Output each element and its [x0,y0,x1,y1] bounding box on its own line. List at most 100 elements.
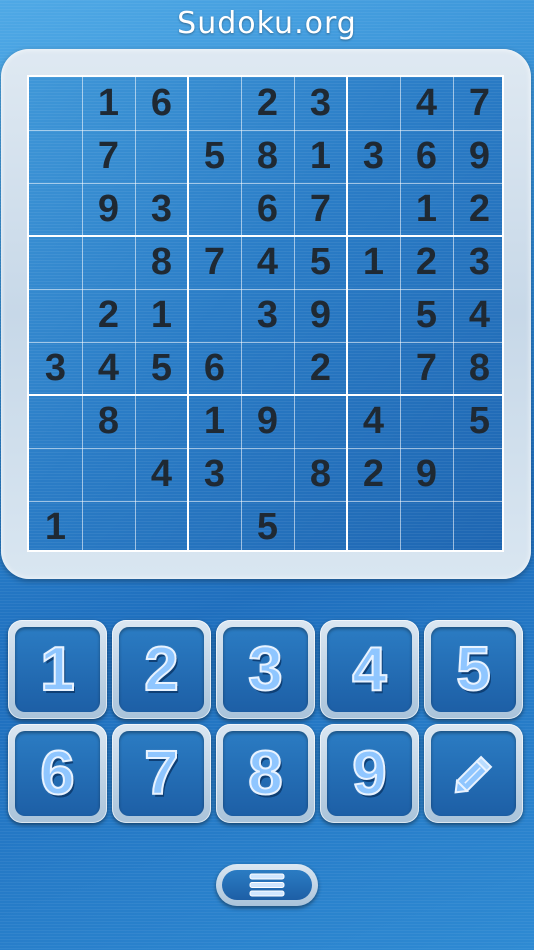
sudoku-cell[interactable]: 4 [135,448,188,501]
sudoku-cell[interactable]: 3 [347,130,400,183]
sudoku-cell[interactable] [82,501,135,554]
sudoku-cell[interactable]: 1 [294,130,347,183]
sudoku-cell[interactable]: 9 [400,448,453,501]
sudoku-cell[interactable] [347,342,400,395]
sudoku-cell[interactable]: 1 [347,236,400,289]
sudoku-cell[interactable] [29,289,82,342]
sudoku-cell[interactable]: 4 [241,236,294,289]
sudoku-cell[interactable] [453,501,506,554]
grid-line [29,235,502,237]
menu-icon [249,873,285,897]
sudoku-cell[interactable]: 5 [294,236,347,289]
sudoku-cell[interactable]: 7 [453,77,506,130]
sudoku-cell[interactable]: 2 [82,289,135,342]
sudoku-cell[interactable]: 4 [453,289,506,342]
sudoku-cell[interactable]: 4 [82,342,135,395]
sudoku-cell[interactable] [347,289,400,342]
sudoku-cell[interactable]: 8 [294,448,347,501]
sudoku-cell[interactable]: 2 [347,448,400,501]
sudoku-cell[interactable] [188,77,241,130]
sudoku-cell[interactable]: 1 [400,183,453,236]
sudoku-cell[interactable] [400,501,453,554]
sudoku-cell[interactable] [29,77,82,130]
sudoku-cell[interactable]: 9 [453,130,506,183]
sudoku-cell[interactable] [135,501,188,554]
sudoku-cell[interactable] [135,395,188,448]
sudoku-cell[interactable] [188,501,241,554]
sudoku-cell[interactable]: 7 [294,183,347,236]
sudoku-cell[interactable]: 3 [241,289,294,342]
sudoku-cell[interactable]: 2 [453,183,506,236]
sudoku-cell[interactable] [29,183,82,236]
number-key[interactable]: 1 [8,620,107,719]
number-key[interactable]: 8 [216,724,315,823]
sudoku-cell[interactable]: 8 [453,342,506,395]
sudoku-cell[interactable]: 3 [294,77,347,130]
sudoku-cell[interactable]: 4 [400,77,453,130]
sudoku-cell[interactable]: 5 [453,395,506,448]
sudoku-cell[interactable]: 5 [188,130,241,183]
sudoku-cell[interactable]: 1 [135,289,188,342]
number-key-label: 9 [351,738,388,809]
sudoku-cell[interactable]: 8 [82,395,135,448]
menu-button[interactable] [216,864,318,906]
sudoku-cell[interactable] [82,448,135,501]
sudoku-cell[interactable]: 7 [82,130,135,183]
sudoku-cell[interactable]: 2 [294,342,347,395]
sudoku-cell[interactable]: 6 [241,183,294,236]
sudoku-cell[interactable] [347,77,400,130]
number-key[interactable]: 7 [112,724,211,823]
sudoku-cell[interactable]: 3 [135,183,188,236]
sudoku-cell[interactable]: 5 [135,342,188,395]
sudoku-cell[interactable] [294,395,347,448]
sudoku-cell[interactable] [188,289,241,342]
sudoku-cell[interactable] [188,183,241,236]
sudoku-cell[interactable] [135,130,188,183]
sudoku-cell[interactable]: 7 [188,236,241,289]
sudoku-cell[interactable] [29,236,82,289]
sudoku-cell[interactable] [29,448,82,501]
sudoku-cell[interactable] [29,130,82,183]
sudoku-cell[interactable]: 9 [82,183,135,236]
sudoku-cell[interactable]: 4 [347,395,400,448]
sudoku-cell[interactable]: 6 [188,342,241,395]
sudoku-cell[interactable]: 9 [241,395,294,448]
number-key-label: 2 [143,634,180,705]
sudoku-cell[interactable]: 3 [453,236,506,289]
sudoku-cell[interactable]: 9 [294,289,347,342]
sudoku-cell[interactable]: 1 [188,395,241,448]
grid-line [135,77,136,550]
number-key[interactable]: 9 [320,724,419,823]
sudoku-cell[interactable]: 7 [400,342,453,395]
sudoku-cell[interactable] [241,448,294,501]
app-title: Sudoku.org [177,6,357,41]
sudoku-cell[interactable] [453,448,506,501]
sudoku-cell[interactable] [347,501,400,554]
sudoku-cell[interactable]: 8 [135,236,188,289]
sudoku-cell[interactable]: 8 [241,130,294,183]
number-key[interactable]: 2 [112,620,211,719]
sudoku-cell[interactable] [29,395,82,448]
sudoku-cell[interactable]: 3 [29,342,82,395]
sudoku-cell[interactable] [241,342,294,395]
sudoku-cell[interactable]: 5 [241,501,294,554]
sudoku-cell[interactable] [294,501,347,554]
sudoku-cell[interactable]: 5 [400,289,453,342]
sudoku-cell[interactable]: 2 [241,77,294,130]
sudoku-cell[interactable]: 3 [188,448,241,501]
sudoku-cell[interactable]: 1 [29,501,82,554]
pencil-button[interactable] [424,724,523,823]
number-key-label: 6 [39,738,76,809]
number-key[interactable]: 4 [320,620,419,719]
number-key[interactable]: 3 [216,620,315,719]
sudoku-cell[interactable] [347,183,400,236]
sudoku-cell[interactable]: 6 [400,130,453,183]
sudoku-cell[interactable]: 2 [400,236,453,289]
sudoku-cell[interactable] [82,236,135,289]
sudoku-cell[interactable]: 1 [82,77,135,130]
number-key[interactable]: 5 [424,620,523,719]
number-key[interactable]: 6 [8,724,107,823]
sudoku-cell[interactable] [400,395,453,448]
grid-line [29,289,502,290]
sudoku-cell[interactable]: 6 [135,77,188,130]
